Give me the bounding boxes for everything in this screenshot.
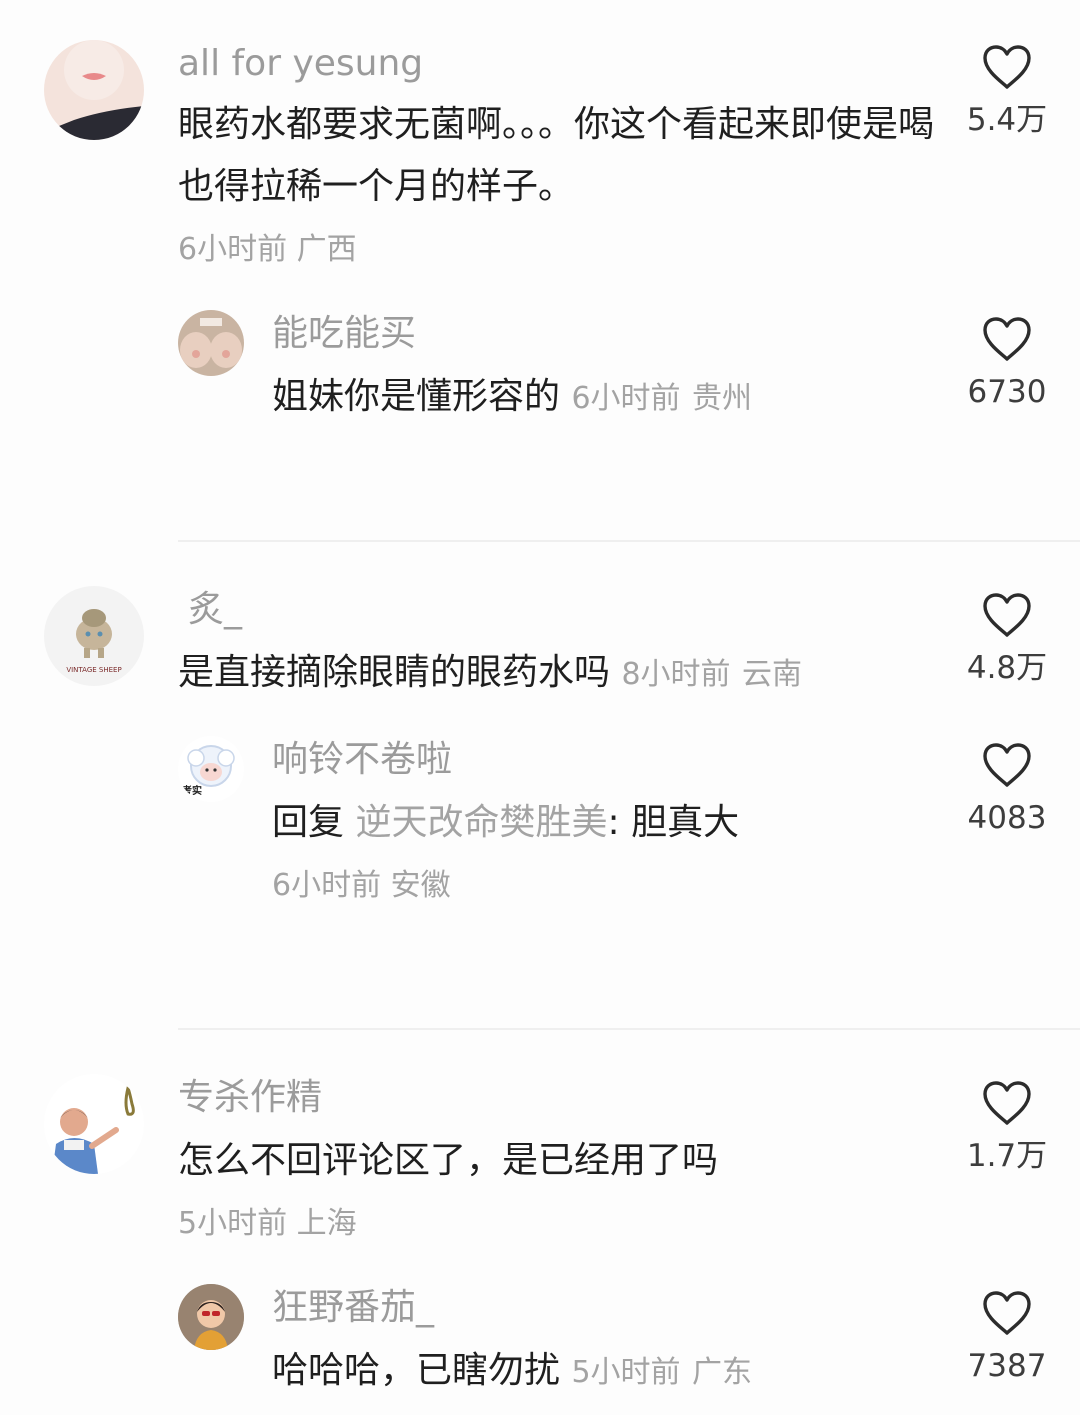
reply-time: 6小时前 bbox=[571, 381, 681, 416]
reply-avatar[interactable]: 考实 bbox=[178, 736, 244, 802]
like-count: 6730 bbox=[967, 374, 1047, 410]
like-count: 4083 bbox=[967, 800, 1047, 836]
reply-time: 5小时前 bbox=[571, 1355, 681, 1390]
like-button[interactable]: 4.8万 bbox=[942, 592, 1072, 688]
reply-text: 胆真大 bbox=[631, 802, 740, 843]
comment-time: 8小时前 bbox=[621, 657, 731, 692]
comment-meta: 6小时前 广西 bbox=[178, 230, 357, 270]
like-count: 1.7万 bbox=[966, 1138, 1048, 1174]
svg-text:考实: 考实 bbox=[182, 784, 202, 797]
reply-text-line: 哈哈哈，已瞎勿扰 5小时前 广东 bbox=[272, 1340, 752, 1404]
heart-outline-icon bbox=[983, 1081, 1031, 1125]
reply-username[interactable]: 能吃能买 bbox=[272, 312, 416, 356]
svg-text:VINTAGE SHEEP: VINTAGE SHEEP bbox=[66, 666, 121, 674]
reply-text-line: 回复 逆天改命樊胜美: 胆真大 bbox=[272, 792, 739, 854]
heart-outline-icon bbox=[983, 317, 1031, 361]
comment-text: 眼药水都要求无菌啊。。。你这个看起来即使是喝也得拉稀一个月的样子。 bbox=[178, 104, 935, 207]
reply-location: 安徽 bbox=[390, 868, 451, 903]
username[interactable]: 炙_ bbox=[188, 588, 242, 632]
reply-avatar[interactable] bbox=[178, 1284, 244, 1350]
reply-text-line: 姐妹你是懂形容的 6小时前 贵州 bbox=[272, 366, 752, 430]
like-button[interactable]: 1.7万 bbox=[942, 1080, 1072, 1176]
avatar[interactable] bbox=[44, 40, 144, 140]
like-count: 5.4万 bbox=[966, 102, 1048, 138]
comment-location: 广西 bbox=[296, 232, 357, 267]
heart-outline-icon bbox=[983, 743, 1031, 787]
reply-like-button[interactable]: 7387 bbox=[942, 1290, 1072, 1386]
reply-time: 6小时前 bbox=[272, 868, 382, 903]
like-button[interactable]: 5.4万 bbox=[942, 44, 1072, 140]
reply-text: 哈哈哈，已瞎勿扰 bbox=[272, 1350, 561, 1391]
avatar[interactable]: VINTAGE SHEEP bbox=[44, 586, 144, 686]
username[interactable]: 专杀作精 bbox=[178, 1076, 322, 1120]
reply-location: 广东 bbox=[692, 1355, 753, 1390]
divider bbox=[178, 540, 1080, 542]
reply-like-button[interactable]: 4083 bbox=[942, 742, 1072, 838]
comment-location: 云南 bbox=[742, 657, 803, 692]
reply-text: 姐妹你是懂形容的 bbox=[272, 376, 561, 417]
reply-username[interactable]: 狂野番茄_ bbox=[272, 1286, 434, 1330]
avatar[interactable] bbox=[44, 1074, 144, 1174]
like-count: 7387 bbox=[967, 1348, 1047, 1384]
reply-username[interactable]: 响铃不卷啦 bbox=[272, 738, 452, 782]
heart-outline-icon bbox=[983, 593, 1031, 637]
comment-text-line: 是直接摘除眼睛的眼药水吗 8小时前 云南 bbox=[178, 642, 802, 706]
comment-time: 5小时前 bbox=[178, 1206, 288, 1241]
reply-location: 贵州 bbox=[692, 381, 753, 416]
reply-avatar[interactable] bbox=[178, 310, 244, 376]
comment-location: 上海 bbox=[296, 1206, 357, 1241]
comment-text: 是直接摘除眼睛的眼药水吗 bbox=[178, 652, 611, 693]
reply-prefix: 回复 bbox=[272, 802, 345, 843]
comment-time: 6小时前 bbox=[178, 232, 288, 267]
username[interactable]: all for yesung bbox=[178, 42, 423, 86]
reply-separator: : bbox=[607, 802, 620, 843]
reply-target-user[interactable]: 逆天改命樊胜美 bbox=[355, 802, 607, 843]
comment-text: 怎么不回评论区了，是已经用了吗 bbox=[178, 1140, 719, 1181]
comment-meta: 5小时前 上海 bbox=[178, 1204, 357, 1244]
heart-outline-icon bbox=[983, 1291, 1031, 1335]
like-count: 4.8万 bbox=[966, 650, 1048, 686]
reply-meta: 6小时前 安徽 bbox=[272, 866, 451, 906]
reply-like-button[interactable]: 6730 bbox=[942, 316, 1072, 412]
divider bbox=[178, 1028, 1080, 1030]
heart-outline-icon bbox=[983, 45, 1031, 89]
